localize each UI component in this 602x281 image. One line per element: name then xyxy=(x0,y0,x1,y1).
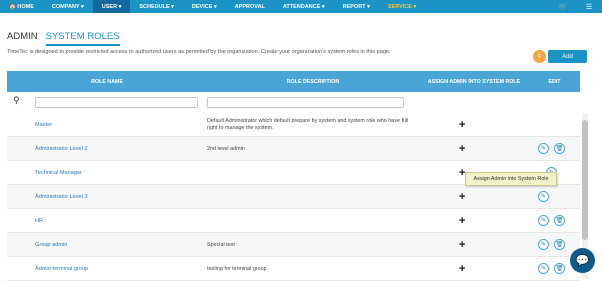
role-description: Special test xyxy=(207,241,235,248)
delete-trash-icon[interactable]: 🗑 xyxy=(554,143,565,154)
role-name-link[interactable]: Administrator Level 3 xyxy=(35,185,88,209)
assign-admin-plus-icon[interactable]: + xyxy=(459,257,465,281)
header-role-description[interactable]: ROLE DESCRIPTION xyxy=(207,71,419,92)
nav-approval[interactable]: APPROVAL xyxy=(226,0,274,13)
table-header: ROLE NAME ROLE DESCRIPTION ASSIGN ADMIN … xyxy=(7,71,580,92)
edit-pencil-icon[interactable]: ✎ xyxy=(538,143,549,154)
role-name-link[interactable]: HR xyxy=(35,209,43,233)
assign-admin-tooltip: Assign Admin into System Role xyxy=(465,172,557,186)
filter-toggle-button[interactable]: ⚲ xyxy=(533,50,546,63)
menu-icon[interactable]: ☰ xyxy=(582,0,596,13)
edit-pencil-icon[interactable]: ✎ xyxy=(538,215,549,226)
table-row: Administrator Level 3 + ✎ xyxy=(7,185,580,209)
table-row: Admin terminal group testing for termina… xyxy=(7,257,580,281)
nav-attendance[interactable]: ATTENDANCE ▾ xyxy=(274,0,334,13)
role-description xyxy=(207,209,417,233)
assign-admin-plus-icon[interactable]: + xyxy=(459,233,465,257)
role-description xyxy=(207,161,417,185)
tab-admin[interactable]: ADMIN xyxy=(7,31,38,46)
nav-report[interactable]: REPORT ▾ xyxy=(334,0,379,13)
filter-icon: ⚲ xyxy=(537,54,542,60)
role-description-filter-input[interactable] xyxy=(207,97,404,108)
chat-bubble-icon: 💬 xyxy=(575,255,590,267)
scrollbar-thumb[interactable] xyxy=(582,120,588,240)
nav-company[interactable]: COMPANY ▾ xyxy=(43,0,93,13)
role-name-link[interactable]: Master xyxy=(35,113,52,137)
cart-icon[interactable]: 🛒 xyxy=(556,0,570,13)
tab-system-roles[interactable]: SYSTEM ROLES xyxy=(45,31,120,46)
header-assign-admin: ASSIGN ADMIN INTO SYSTEM ROLE xyxy=(427,78,521,85)
role-name-link[interactable]: Administrator Level 2 xyxy=(35,137,88,161)
role-description: testing for terminal group xyxy=(207,265,267,272)
nav-home[interactable]: 🏠 HOME xyxy=(0,0,43,13)
delete-trash-icon[interactable]: 🗑 xyxy=(554,215,565,226)
nav-service[interactable]: SERVICE ▾ xyxy=(379,0,425,13)
role-name-link[interactable]: Group admin xyxy=(35,233,67,257)
edit-pencil-icon[interactable]: ✎ xyxy=(538,191,549,202)
delete-trash-icon[interactable]: 🗑 xyxy=(554,263,565,274)
assign-admin-plus-icon[interactable]: + xyxy=(459,185,465,209)
roles-table-body: Master Default Administrator which defau… xyxy=(7,113,580,281)
header-role-name[interactable]: ROLE NAME xyxy=(7,71,207,92)
assign-admin-plus-icon[interactable]: + xyxy=(459,113,465,137)
table-row: Group admin Special test + ✎ 🗑 xyxy=(7,233,580,257)
edit-pencil-icon[interactable]: ✎ xyxy=(538,239,549,250)
role-description: 2nd level admin xyxy=(207,145,245,152)
table-row: Administrator Level 2 2nd level admin + … xyxy=(7,137,580,161)
nav-device[interactable]: DEVICE ▾ xyxy=(183,0,226,13)
filter-row: ⚲ xyxy=(7,92,580,113)
role-name-filter-input[interactable] xyxy=(35,97,198,108)
search-icon: ⚲ xyxy=(13,95,20,105)
table-row: HR + ✎ 🗑 xyxy=(7,209,580,233)
table-row: Master Default Administrator which defau… xyxy=(7,113,580,137)
role-description: Default Administrator which default prep… xyxy=(207,118,409,131)
nav-schedule[interactable]: SCHEDULE ▾ xyxy=(130,0,183,13)
role-name-link[interactable]: Admin terminal group xyxy=(35,257,88,281)
edit-pencil-icon[interactable]: ✎ xyxy=(538,263,549,274)
role-name-link[interactable]: Technical Manager xyxy=(35,161,82,185)
nav-user[interactable]: USER ▾ xyxy=(92,0,131,13)
role-description xyxy=(207,185,417,209)
header-edit: EDIT xyxy=(548,78,561,85)
delete-trash-icon[interactable]: 🗑 xyxy=(554,239,565,250)
page-intro: TimeTec is designed to provide restricte… xyxy=(7,49,391,55)
assign-admin-plus-icon[interactable]: + xyxy=(459,137,465,161)
page-tabs: ADMIN SYSTEM ROLES xyxy=(7,31,120,46)
chat-button[interactable]: 💬 xyxy=(570,248,595,273)
add-button[interactable]: Add xyxy=(548,50,587,63)
assign-admin-plus-icon[interactable]: + xyxy=(459,209,465,233)
top-nav-bar: 🏠 HOME COMPANY ▾ USER ▾ SCHEDULE ▾ DEVIC… xyxy=(0,0,602,13)
